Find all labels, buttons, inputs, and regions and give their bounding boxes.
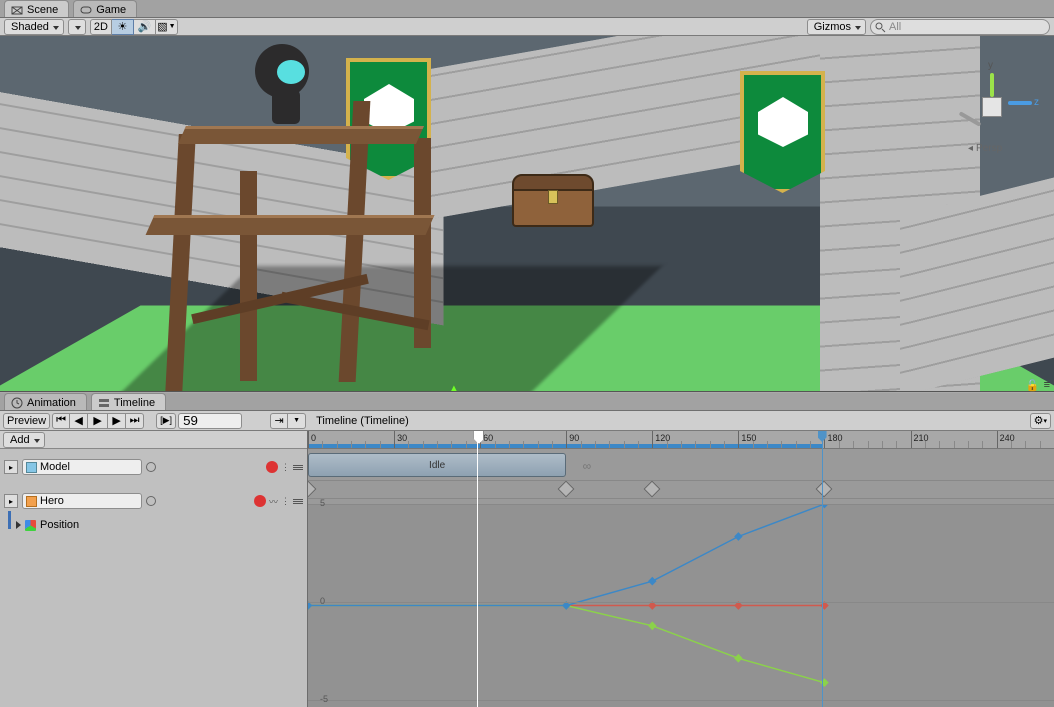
axis-y-label: y bbox=[988, 60, 993, 71]
gameobject-icon bbox=[26, 496, 37, 507]
chevron-down-icon: ▼ bbox=[293, 417, 300, 424]
chevron-down-icon: ▾ bbox=[1043, 417, 1047, 425]
picture-icon: ▧ bbox=[157, 20, 167, 33]
tab-game[interactable]: Game bbox=[73, 0, 137, 17]
clip-idle[interactable]: Idle ∞ bbox=[308, 453, 566, 477]
treasure-chest bbox=[512, 174, 594, 230]
prev-key-button[interactable]: ◀ bbox=[70, 413, 88, 429]
timeline-range bbox=[308, 444, 822, 448]
preview-button[interactable]: Preview bbox=[3, 413, 50, 429]
add-label: Add bbox=[10, 434, 30, 446]
preview-label: Preview bbox=[7, 415, 46, 427]
scene-viewport[interactable]: ▲ y z Persp bbox=[0, 36, 1054, 392]
track-expand-toggle[interactable]: ▸ bbox=[4, 494, 18, 508]
move-gizmo-icon: ▲ bbox=[445, 380, 463, 392]
search-icon bbox=[875, 22, 886, 33]
tab-scene-label: Scene bbox=[27, 4, 58, 16]
clip-row-model: Idle ∞ bbox=[308, 449, 1054, 481]
clock-icon bbox=[11, 397, 23, 409]
audio-icon: 🔊 bbox=[138, 20, 152, 33]
tab-animation-label: Animation bbox=[27, 397, 76, 409]
gear-icon: ⚙ bbox=[1034, 414, 1044, 427]
track-row-hero[interactable]: ▸ Hero 〰 ⋮ bbox=[0, 487, 307, 515]
track-hero-label: Hero bbox=[40, 495, 64, 507]
property-row-position[interactable]: Position bbox=[0, 515, 307, 535]
gizmos-label: Gizmos bbox=[814, 21, 851, 33]
record-icon[interactable] bbox=[266, 461, 278, 473]
scene-icon bbox=[11, 4, 23, 16]
track-hero-objectfield[interactable]: Hero bbox=[22, 493, 142, 509]
play-icon: ▶ bbox=[93, 414, 101, 427]
gizmos-dropdown[interactable]: Gizmos bbox=[807, 19, 866, 35]
toggle-fx[interactable]: ▧▼ bbox=[156, 19, 178, 35]
tab-timeline-label: Timeline bbox=[114, 397, 155, 409]
marker-dd[interactable]: ▼ bbox=[288, 413, 306, 429]
last-icon: ⏭ bbox=[130, 414, 140, 427]
loop-icon: ∞ bbox=[583, 459, 592, 473]
keyframe-row[interactable] bbox=[308, 481, 1054, 499]
tab-animation[interactable]: Animation bbox=[4, 393, 87, 410]
prev-icon: ◀ bbox=[74, 414, 82, 427]
toggle-lighting[interactable]: ☀ bbox=[112, 19, 134, 35]
marker-icon: ⇥ bbox=[274, 414, 283, 427]
current-frame-field[interactable] bbox=[178, 413, 242, 429]
play-range-button[interactable]: [▶] bbox=[156, 413, 176, 429]
track-model-label: Model bbox=[40, 461, 70, 473]
tab-game-label: Game bbox=[96, 4, 126, 16]
end-marker[interactable] bbox=[822, 431, 823, 707]
clip-idle-label: Idle bbox=[429, 460, 445, 471]
track-menu-icon[interactable]: ⋮ bbox=[281, 462, 290, 473]
shading-mode-label: Shaded bbox=[11, 21, 49, 33]
timeline-asset-label: Timeline (Timeline) bbox=[316, 415, 409, 427]
add-track-dropdown[interactable]: Add bbox=[3, 432, 45, 448]
first-icon: ⏮ bbox=[56, 414, 66, 427]
goto-start-button[interactable]: ⏮ bbox=[52, 413, 70, 429]
scene-search-input[interactable]: All bbox=[870, 19, 1050, 35]
toggle-2d-label: 2D bbox=[94, 21, 108, 33]
track-handle-icon[interactable] bbox=[293, 499, 303, 504]
timeline-icon bbox=[98, 397, 110, 409]
track-model-objectfield[interactable]: Model bbox=[22, 459, 142, 475]
toggle-2d[interactable]: 2D bbox=[90, 19, 112, 35]
expand-icon[interactable] bbox=[16, 521, 21, 529]
track-menu-icon[interactable]: ⋮ bbox=[281, 496, 290, 507]
gameobject-icon bbox=[26, 462, 37, 473]
avatar-mask-icon[interactable] bbox=[146, 496, 156, 506]
timeline-pane[interactable]: 0306090120150180210240 Idle ∞ 50-5 bbox=[308, 431, 1054, 707]
next-key-button[interactable]: ▶ bbox=[108, 413, 126, 429]
tab-timeline[interactable]: Timeline bbox=[91, 393, 166, 410]
chevron-down-icon: ▼ bbox=[169, 23, 176, 30]
transform-icon bbox=[25, 520, 36, 531]
search-placeholder: All bbox=[889, 21, 901, 33]
lock-icon[interactable]: 🔓 bbox=[1026, 379, 1040, 392]
track-handle-icon[interactable] bbox=[293, 465, 303, 470]
property-position-label: Position bbox=[40, 519, 79, 531]
marker-button[interactable]: ⇥ bbox=[270, 413, 288, 429]
projection-label[interactable]: Persp bbox=[968, 143, 1002, 154]
avatar-mask-icon[interactable] bbox=[146, 462, 156, 472]
axis-z-label: z bbox=[1034, 97, 1039, 108]
timeline-ruler[interactable]: 0306090120150180210240 bbox=[308, 431, 1054, 449]
curves-icon[interactable]: 〰 bbox=[269, 495, 278, 508]
hero-character bbox=[250, 44, 325, 132]
track-expand-toggle[interactable]: ▸ bbox=[4, 460, 18, 474]
orientation-gizmo[interactable]: y z Persp bbox=[946, 61, 1036, 151]
record-icon[interactable] bbox=[254, 495, 266, 507]
toggle-audio[interactable]: 🔊 bbox=[134, 19, 156, 35]
track-row-model[interactable]: ▸ Model ⋮ bbox=[0, 453, 307, 481]
game-icon bbox=[80, 4, 92, 16]
timeline-settings-button[interactable]: ⚙▾ bbox=[1030, 413, 1051, 429]
play-button[interactable]: ▶ bbox=[88, 413, 108, 429]
goto-end-button[interactable]: ⏭ bbox=[126, 413, 144, 429]
shading-mode-dropdown[interactable]: Shaded bbox=[4, 19, 64, 35]
next-icon: ▶ bbox=[112, 414, 120, 427]
banner-2 bbox=[740, 71, 825, 193]
panel-menu-icon[interactable]: ≡ bbox=[1044, 379, 1050, 392]
sun-icon: ☀ bbox=[118, 20, 128, 33]
playhead[interactable] bbox=[477, 431, 478, 707]
draw-dropdown[interactable] bbox=[68, 19, 86, 35]
tab-scene[interactable]: Scene bbox=[4, 0, 69, 17]
track-accent bbox=[8, 511, 11, 529]
curve-area[interactable]: 50-5 bbox=[308, 504, 1054, 707]
